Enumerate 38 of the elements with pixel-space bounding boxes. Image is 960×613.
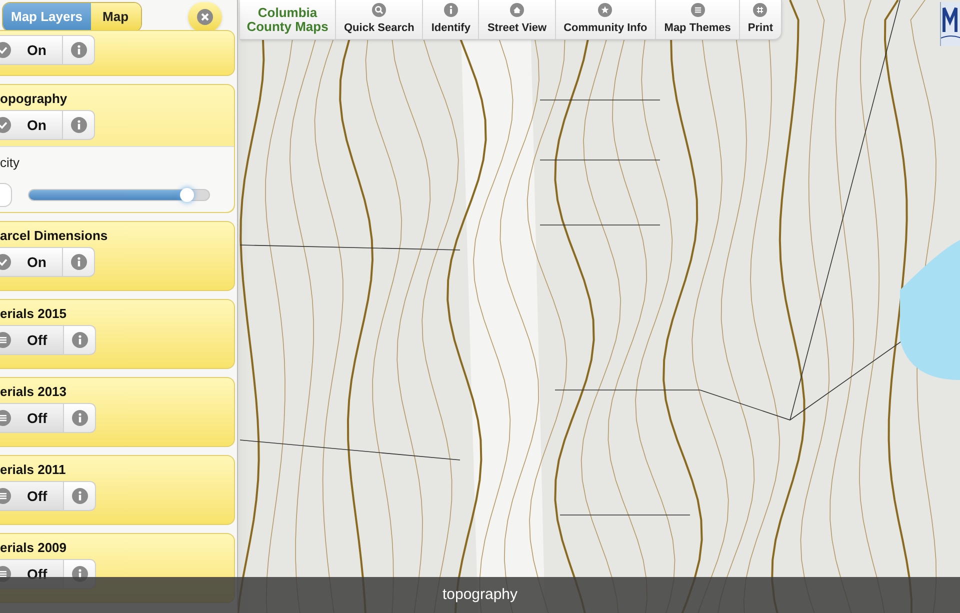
list-icon [690,2,705,17]
search-icon [372,2,386,17]
layer-title: erials 2011 [0,462,67,478]
info-icon [70,117,87,133]
home-icon [510,2,524,17]
layer-toggle[interactable]: On [0,247,64,277]
toolbar-button[interactable]: Map Themes [655,0,739,39]
grid-icon [753,2,768,17]
info-icon [70,42,87,58]
toolbar-button[interactable]: Identify [422,0,478,39]
toolbar-button[interactable]: Community Info [554,0,656,39]
layer-toggle[interactable]: On [0,110,64,140]
layer-title: arcel Dimensions [0,228,109,244]
layer-toggle[interactable]: Off [0,481,64,511]
logo-icon [940,2,960,46]
slider-thumb[interactable] [180,188,194,202]
info-icon [72,410,88,426]
caption-text: topography [442,584,518,605]
opacity-slider[interactable] [28,188,210,200]
close-icon [196,9,213,25]
info-icon [70,254,87,270]
toolbar-button[interactable]: Quick Search [335,0,422,39]
opacity-label: city [0,154,20,172]
info-icon [444,2,458,17]
toolbar-button[interactable]: Print [738,0,781,39]
info-icon [72,488,88,504]
toolbar-button[interactable]: Street View [478,0,555,39]
layer-toggle[interactable]: Off [0,403,64,433]
layer-title: erials 2013 [0,384,68,400]
brand-title: Columbia County Maps [246,4,330,36]
layer-title: erials 2015 [0,306,68,322]
layer-title: erials 2009 [0,540,68,556]
layer-title: opography [0,91,68,107]
layer-toggle[interactable]: On [0,35,64,65]
info-icon [72,332,88,348]
close-button[interactable] [188,2,222,32]
panel-tab[interactable]: Map [90,3,141,31]
layer-toggle[interactable]: Off [0,325,64,355]
